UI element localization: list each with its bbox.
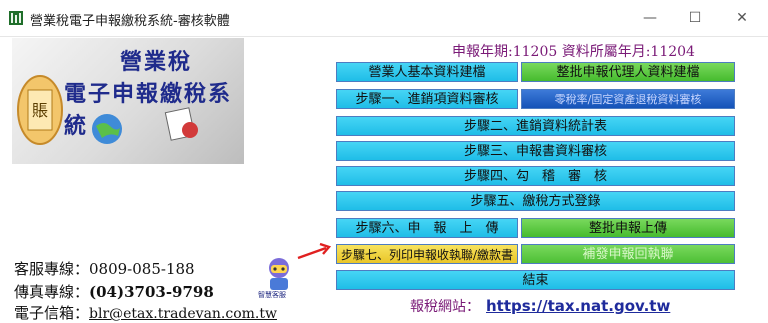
title-bar: 營業稅電子申報繳稅系統-審核軟體 — ☐ ✕: [0, 0, 768, 37]
system-banner: 賬 營業稅 電子申報繳稅系統: [12, 38, 244, 164]
zero-tax-button[interactable]: 零稅率/固定資產退稅資料審核: [521, 89, 735, 109]
minimize-button[interactable]: —: [630, 6, 670, 30]
end-button[interactable]: 結束: [336, 270, 735, 290]
fax-number: (04)3703-9798: [89, 283, 214, 301]
banner-title-line2: 電子申報繳稅系統: [64, 81, 233, 139]
filing-period: 申報年期:11205 資料所屬年月:11204: [452, 44, 695, 60]
email-label: 電子信箱：: [14, 304, 90, 322]
email-line: 電子信箱：blr@etax.tradevan.com.tw: [14, 302, 277, 323]
window-title: 營業稅電子申報繳稅系統-審核軟體: [30, 14, 230, 29]
app-icon: [9, 11, 23, 25]
step4-button[interactable]: 步驟四、勾 稽 審 核: [336, 166, 735, 186]
email-address[interactable]: blr@etax.tradevan.com.tw: [89, 306, 277, 322]
book-icon: 賬: [17, 75, 63, 145]
close-button[interactable]: ✕: [722, 6, 762, 30]
red-arrow-icon: [297, 242, 332, 260]
step2-button[interactable]: 步驟二、進銷資料統計表: [336, 116, 735, 136]
business-basic-button[interactable]: 營業人基本資料建檔: [336, 62, 518, 82]
batch-upload-button[interactable]: 整批申報上傳: [521, 218, 735, 238]
step7-button[interactable]: 步驟七、列印申報收執聯/繳款書: [336, 244, 518, 264]
website-link[interactable]: https://tax.nat.gov.tw: [486, 297, 670, 315]
batch-receipt-button[interactable]: 補發申報回執聯: [521, 244, 735, 264]
svg-text:賬: 賬: [32, 101, 48, 120]
batch-agent-button[interactable]: 整批申報代理人資料建檔: [521, 62, 735, 82]
step5-button[interactable]: 步驟五、繳稅方式登錄: [336, 191, 735, 211]
maximize-button[interactable]: ☐: [675, 6, 715, 30]
smart-service-label: 智慧客服: [258, 291, 286, 299]
website-label: 報稅網站：: [410, 299, 480, 315]
step6-button[interactable]: 步驟六、申 報 上 傳: [336, 218, 518, 238]
fax-line: 傳真專線：(04)3703-9798: [14, 281, 214, 302]
service-hotline: 客服專線：0809-085-188: [14, 260, 195, 278]
step1-button[interactable]: 步驟一、進銷項資料審核: [336, 89, 518, 109]
banner-title-line1: 營業稅: [120, 49, 193, 75]
step3-button[interactable]: 步驟三、申報書資料審核: [336, 141, 735, 161]
fax-label: 傳真專線：: [14, 283, 90, 301]
app-window: 營業稅電子申報繳稅系統-審核軟體 — ☐ ✕ 賬 營業稅 電子申報繳稅系統 客服…: [0, 0, 768, 322]
tax-website: 報稅網站： https://tax.nat.gov.tw: [410, 296, 670, 316]
